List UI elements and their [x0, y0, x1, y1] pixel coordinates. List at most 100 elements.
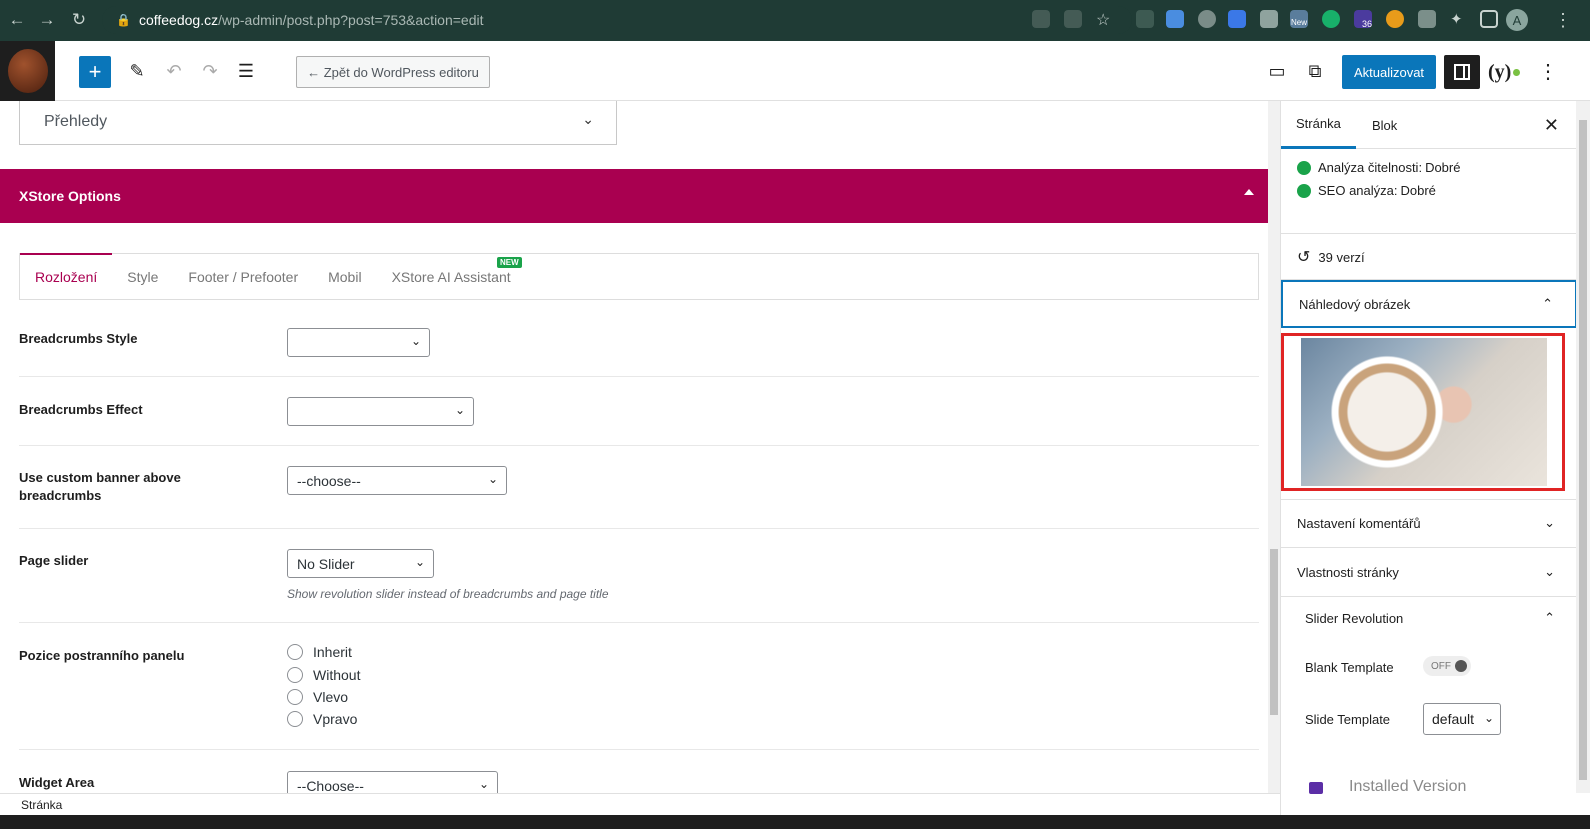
- tab-label: Mobil: [328, 268, 362, 285]
- tab-style[interactable]: Style: [112, 254, 173, 299]
- google-translate-icon[interactable]: [1228, 10, 1246, 28]
- breadcrumbs-effect-select[interactable]: ⌄: [287, 397, 474, 426]
- radio-circle: [287, 711, 303, 727]
- tools-extension-icon[interactable]: [1418, 10, 1436, 28]
- status-breadcrumb[interactable]: Stránka: [21, 798, 62, 812]
- slide-template-select[interactable]: default ⌄: [1423, 703, 1501, 735]
- list-view-icon[interactable]: ☰: [233, 58, 259, 84]
- forward-arrow-icon[interactable]: →: [34, 7, 60, 33]
- readability-analysis[interactable]: Analýza čitelnosti: Dobré: [1297, 160, 1460, 175]
- tab-rozlozeni[interactable]: Rozložení: [20, 253, 113, 298]
- radio-vpravo[interactable]: Vpravo: [287, 711, 357, 727]
- comments-panel-toggle[interactable]: Nastavení komentářů ⌄: [1281, 499, 1576, 547]
- blank-template-toggle[interactable]: OFF: [1423, 656, 1471, 676]
- select-value: default: [1432, 711, 1475, 727]
- external-link-icon[interactable]: ⧉: [1302, 58, 1328, 84]
- add-block-button[interactable]: +: [79, 56, 111, 88]
- xstore-options-header[interactable]: XStore Options: [0, 169, 1280, 223]
- editor-main: Přehledy ⌄ XStore Options Rozložení Styl…: [0, 101, 1280, 793]
- yoast-icon: (y): [1488, 60, 1512, 83]
- featured-image-thumbnail[interactable]: [1301, 338, 1547, 486]
- tab-footer[interactable]: Footer / Prefooter: [173, 254, 313, 299]
- badge-extension-icon[interactable]: 36: [1354, 10, 1372, 29]
- slider-revolution-panel-toggle[interactable]: Slider Revolution ⌃: [1281, 594, 1576, 642]
- update-button[interactable]: Aktualizovat: [1342, 55, 1436, 89]
- star-icon[interactable]: ☆: [1096, 10, 1114, 29]
- breadcrumbs-style-select[interactable]: ⌄: [287, 328, 430, 357]
- new-extension-icon[interactable]: New: [1290, 10, 1308, 28]
- featured-image-highlight: [1281, 333, 1565, 491]
- browser-menu-icon[interactable]: ⋮: [1554, 10, 1572, 31]
- breadcrumbs-style-label: Breadcrumbs Style: [19, 331, 138, 346]
- reload-icon[interactable]: ↻: [66, 7, 92, 33]
- smiley-good-icon: [1297, 160, 1311, 175]
- tab-label: Rozložení: [35, 268, 98, 285]
- site-logo[interactable]: [0, 41, 55, 101]
- redo-icon[interactable]: ↷: [197, 58, 223, 84]
- camera-icon[interactable]: [1260, 10, 1278, 28]
- undo-icon[interactable]: ↶: [161, 58, 187, 84]
- radio-label: Vpravo: [313, 711, 358, 727]
- taskbar-strip: [0, 815, 1590, 829]
- coffee-bean-logo: [7, 49, 48, 93]
- revisions-label: 39 verzí: [1318, 249, 1365, 265]
- globe-icon[interactable]: [1198, 10, 1216, 28]
- pencil-icon[interactable]: ✎: [124, 58, 150, 84]
- translate-icon[interactable]: [1032, 10, 1050, 28]
- featured-image-panel-toggle[interactable]: Náhledový obrázek ⌃: [1281, 280, 1576, 328]
- tab-page[interactable]: Stránka: [1281, 101, 1356, 149]
- page-slider-row: Page slider No Slider ⌄ Show revolution s…: [19, 529, 1259, 623]
- sidebar-scrollbar-thumb[interactable]: [1579, 120, 1587, 780]
- preview-desktop-icon[interactable]: ▭: [1264, 58, 1290, 84]
- close-icon[interactable]: ✕: [1544, 115, 1559, 136]
- widget-area-label: Widget Area: [19, 775, 95, 790]
- editor-status-bar: Stránka: [0, 793, 1280, 815]
- browser-toolbar: ← → ↻ 🔒 coffeedog.cz/wp-admin/post.php?p…: [0, 0, 1590, 41]
- page-slider-label: Page slider: [19, 553, 89, 568]
- toggle-state: OFF: [1431, 660, 1451, 672]
- page-attributes-panel-toggle[interactable]: Vlastnosti stránky ⌄: [1281, 548, 1576, 596]
- seo-value: Dobré: [1400, 183, 1436, 198]
- editor-toolbar: + ✎ ↶ ↷ ☰ ← Zpět do WordPress editoru ▭ …: [0, 41, 1590, 101]
- settings-sidebar: Stránka Blok ✕ Analýza čitelnosti: Dobré …: [1280, 101, 1576, 815]
- docs-extension-icon[interactable]: [1166, 10, 1184, 28]
- address-bar[interactable]: 🔒 coffeedog.cz/wp-admin/post.php?post=75…: [102, 6, 1132, 34]
- chevron-down-icon: ⌄: [582, 111, 594, 127]
- tab-label: Stránka: [1296, 116, 1341, 131]
- slide-template-label: Slide Template: [1305, 712, 1391, 727]
- back-to-editor-button[interactable]: ← Zpět do WordPress editoru: [296, 56, 490, 88]
- custom-banner-select[interactable]: --choose-- ⌄: [287, 466, 507, 495]
- radio-label: Inherit: [313, 644, 352, 660]
- yoast-button[interactable]: (y): [1488, 57, 1520, 87]
- options-menu-icon[interactable]: ⋮: [1538, 59, 1558, 84]
- share-icon[interactable]: [1064, 10, 1082, 28]
- radio-inherit[interactable]: Inherit: [287, 644, 352, 660]
- recycle-icon[interactable]: [1136, 10, 1154, 28]
- seo-label: SEO analýza:: [1318, 183, 1398, 198]
- profile-avatar[interactable]: A: [1506, 9, 1528, 31]
- prehledy-select[interactable]: Přehledy ⌄: [19, 101, 617, 145]
- grammarly-icon[interactable]: [1322, 10, 1340, 28]
- page-slider-select[interactable]: No Slider ⌄: [287, 549, 434, 578]
- tab-label: Footer / Prefooter: [188, 268, 299, 285]
- sidebar-position-row: Pozice postranního panelu Inherit Withou…: [19, 623, 1259, 750]
- widget-area-select[interactable]: --Choose-- ⌄: [287, 771, 498, 793]
- back-arrow-icon[interactable]: ←: [4, 7, 30, 33]
- tab-ai-assistant[interactable]: XStore AI Assistant NEW: [377, 254, 526, 299]
- breadcrumbs-effect-label: Breadcrumbs Effect: [19, 402, 143, 417]
- main-scrollbar-thumb[interactable]: [1270, 549, 1278, 715]
- sidebar-icon: [1454, 64, 1470, 80]
- tab-mobil[interactable]: Mobil: [313, 254, 376, 299]
- radio-without[interactable]: Without: [287, 667, 360, 683]
- puzzle-icon[interactable]: ✦: [1450, 10, 1468, 28]
- toggle-knob: [1455, 660, 1467, 672]
- url-path: /wp-admin/post.php?post=753&action=edit: [218, 12, 484, 28]
- radio-vlevo[interactable]: Vlevo: [287, 689, 348, 705]
- revisions-link[interactable]: ↺ 39 verzí: [1297, 247, 1365, 267]
- side-panel-icon[interactable]: [1480, 10, 1498, 28]
- settings-toggle-button[interactable]: [1444, 55, 1480, 89]
- breadcrumbs-effect-row: Breadcrumbs Effect ⌄: [19, 377, 1259, 446]
- seo-analysis[interactable]: SEO analýza: Dobré: [1297, 183, 1436, 198]
- orange-extension-icon[interactable]: [1386, 10, 1404, 28]
- tab-block[interactable]: Blok: [1357, 101, 1412, 149]
